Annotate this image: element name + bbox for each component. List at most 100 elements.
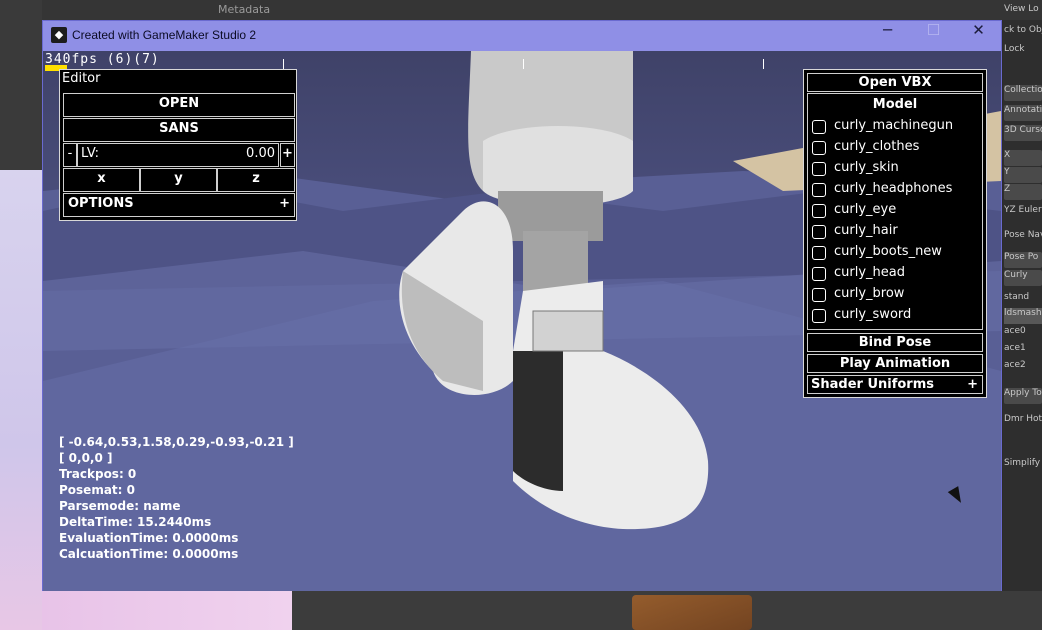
model-item[interactable]: curly_boots_new <box>810 244 980 264</box>
bg-pose-po: Pose Po <box>1004 252 1042 268</box>
shader-uniforms-button[interactable]: Shader Uniforms + <box>807 375 983 394</box>
bg-ace2: ace2 <box>1004 360 1026 370</box>
model-item[interactable]: curly_headphones <box>810 181 980 201</box>
bg-lock-to-object: ck to Obj <box>1004 25 1042 35</box>
bg-view-lock: View Lo <box>1004 4 1039 14</box>
model-item[interactable]: curly_head <box>810 265 980 285</box>
bg-annotation: Annotation <box>1004 105 1042 121</box>
model-item-label: curly_brow <box>834 286 905 301</box>
model-item-checkbox[interactable] <box>812 141 826 155</box>
model-item-checkbox[interactable] <box>812 183 826 197</box>
model-item-label: curly_machinegun <box>834 118 954 133</box>
stats-posemat: Posemat: 0 <box>59 483 135 497</box>
background-left-viewport <box>0 0 42 630</box>
bind-pose-button[interactable]: Bind Pose <box>807 333 983 352</box>
model-item[interactable]: curly_hair <box>810 223 980 243</box>
window-titlebar[interactable]: ◆ Created with GameMaker Studio 2 ─ ☐ ✕ <box>43 21 1001 51</box>
maximize-button[interactable]: ☐ <box>911 21 956 51</box>
options-button[interactable]: OPTIONS + <box>63 193 295 217</box>
bg-euler: YZ Euler <box>1004 205 1042 215</box>
bg-ace0: ace0 <box>1004 326 1026 336</box>
editor-title: Editor <box>62 71 101 86</box>
stats-deltatime: DeltaTime: 15.2440ms <box>59 515 212 529</box>
model-item-checkbox[interactable] <box>812 309 826 323</box>
model-item[interactable]: curly_clothes <box>810 139 980 159</box>
background-properties-panel: View Lo ck to Obj Lock Collection Annota… <box>1003 4 1042 591</box>
model-item-checkbox[interactable] <box>812 246 826 260</box>
model-item-checkbox[interactable] <box>812 162 826 176</box>
model-item-checkbox[interactable] <box>812 225 826 239</box>
axis-x-button[interactable]: x <box>63 168 140 192</box>
bg-pose-navi: Pose Navi <box>1004 230 1042 240</box>
model-item-checkbox[interactable] <box>812 120 826 134</box>
open-vbx-button[interactable]: Open VBX <box>807 73 983 92</box>
gamemaker-window: ◆ Created with GameMaker Studio 2 ─ ☐ ✕ … <box>42 20 1002 591</box>
lv-decrement-button[interactable]: - <box>63 143 77 167</box>
model-item-label: curly_headphones <box>834 181 953 196</box>
minimize-button[interactable]: ─ <box>865 21 910 51</box>
open-button[interactable]: OPEN <box>63 93 295 117</box>
model-item-label: curly_boots_new <box>834 244 942 259</box>
wireframe-mesh <box>0 170 42 630</box>
close-button[interactable]: ✕ <box>956 21 1001 51</box>
bg-stand: stand <box>1004 292 1030 302</box>
shader-uniforms-expand-icon: + <box>967 377 978 392</box>
stats-transform: [ -0.64,0.53,1.58,0.29,-0.93,-0.21 ] <box>59 435 294 449</box>
axis-y-button[interactable]: y <box>140 168 217 192</box>
timeline-tick <box>763 59 764 69</box>
model-item-checkbox[interactable] <box>812 288 826 302</box>
stats-offset: [ 0,0,0 ] <box>59 451 113 465</box>
gamemaker-icon: ◆ <box>51 27 67 43</box>
bg-z: Z <box>1004 184 1042 200</box>
character-boot-strap <box>532 310 604 352</box>
model-item[interactable]: curly_machinegun <box>810 118 980 138</box>
stats-calculationtime: CalcuationTime: 0.0000ms <box>59 547 239 561</box>
sans-button[interactable]: SANS <box>63 118 295 142</box>
model-item-label: curly_clothes <box>834 139 920 154</box>
bg-simplify: Simplify <box>1004 458 1041 468</box>
play-animation-button[interactable]: Play Animation <box>807 354 983 373</box>
model-item-checkbox[interactable] <box>812 204 826 218</box>
stats-trackpos: Trackpos: 0 <box>59 467 137 481</box>
stats-parsemode: Parsemode: name <box>59 499 181 513</box>
options-expand-icon: + <box>279 196 290 211</box>
bg-curly: Curly <box>1004 270 1042 286</box>
bg-y: Y <box>1004 167 1042 183</box>
3d-viewport[interactable]: 340fps (6)(7) Editor OPEN SANS - LV: 0.0… <box>43 51 1001 591</box>
model-item[interactable]: curly_eye <box>810 202 980 222</box>
shader-uniforms-label: Shader Uniforms <box>811 377 934 392</box>
model-panel: Open VBX Model Bind Pose Play Animation … <box>803 69 987 398</box>
model-item-label: curly_hair <box>834 223 898 238</box>
model-item-checkbox[interactable] <box>812 267 826 281</box>
model-item[interactable]: curly_brow <box>810 286 980 306</box>
bg-apply-to: Apply To <box>1004 388 1042 404</box>
stats-evaluationtime: EvaluationTime: 0.0000ms <box>59 531 239 545</box>
model-item-label: curly_head <box>834 265 905 280</box>
model-item-label: curly_sword <box>834 307 912 322</box>
lv-field[interactable]: LV: 0.00 <box>77 143 279 167</box>
bg-lock: Lock <box>1004 44 1025 54</box>
options-label: OPTIONS <box>68 196 134 211</box>
bg-collection: Collection <box>1004 85 1042 101</box>
lv-value: 0.00 <box>246 146 275 161</box>
window-title: Created with GameMaker Studio 2 <box>72 28 257 42</box>
background-blender-header: Metadata <box>0 0 1042 20</box>
axis-z-button[interactable]: z <box>217 168 295 192</box>
bg-ldsmash: ldsmash <box>1004 308 1042 324</box>
bg-dmr-hot: Dmr Hot M <box>1004 414 1042 424</box>
model-item-label: curly_eye <box>834 202 897 217</box>
timeline-tick <box>523 59 524 69</box>
wireframe-mesh-bottom <box>42 591 292 630</box>
selected-mesh-orange <box>632 595 752 630</box>
bg-metadata-label: Metadata <box>218 3 271 16</box>
model-item[interactable]: curly_skin <box>810 160 980 180</box>
lv-increment-button[interactable]: + <box>280 143 295 167</box>
lv-label: LV: <box>81 146 100 161</box>
debug-stats: [ -0.64,0.53,1.58,0.29,-0.93,-0.21 ] [ 0… <box>59 434 294 562</box>
model-item-label: curly_skin <box>834 160 899 175</box>
timeline-tick <box>283 59 284 69</box>
model-item[interactable]: curly_sword <box>810 307 980 327</box>
editor-panel: Editor OPEN SANS - LV: 0.00 + x y z OPTI… <box>59 69 297 221</box>
bg-x: X <box>1004 150 1042 166</box>
background-bottom-viewport <box>42 591 1042 630</box>
